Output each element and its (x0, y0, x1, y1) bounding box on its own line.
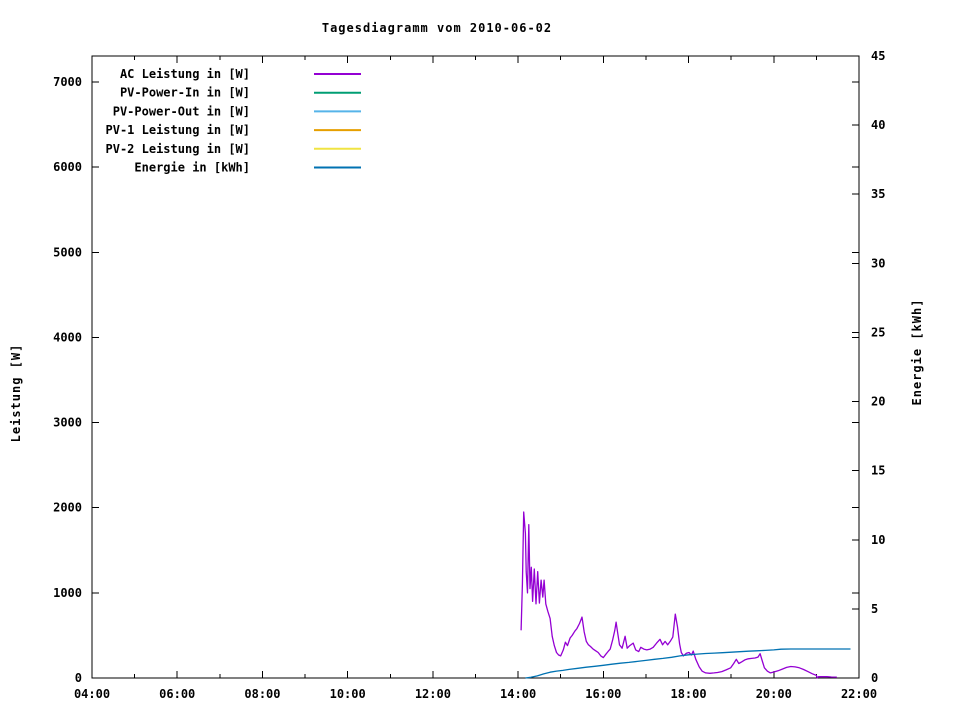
legend-item: AC Leistung in [W] (120, 67, 361, 81)
legend-label: PV-Power-In in [W] (120, 86, 250, 100)
y-tick-label: 2000 (53, 501, 82, 515)
x-tick-label: 22:00 (841, 687, 877, 701)
x-tick-label: 16:00 (585, 687, 621, 701)
chart-title: Tagesdiagramm vom 2010-06-02 (321, 21, 553, 35)
legend-item: Energie in [kWh] (134, 161, 361, 175)
x-tick-label: 10:00 (330, 687, 366, 701)
plot-canvas: 04:00 06:00 08:00 10:00 12:00 14:00 16:00 18:00… (53, 49, 885, 701)
legend-label: PV-2 Leistung in [W] (106, 142, 251, 156)
legend-item: PV-2 Leistung in [W] (106, 142, 361, 156)
y-tick-label: 5000 (53, 245, 82, 259)
x-tick-label: 04:00 (74, 687, 110, 701)
legend-label: PV-1 Leistung in [W] (106, 123, 251, 137)
y2-tick-label: 45 (871, 49, 885, 63)
y-axis-label: Leistung [W] (9, 343, 23, 443)
series-ac-leistung-in-w- (520, 511, 837, 679)
y-tick-label: 1000 (53, 586, 82, 600)
legend-item: PV-Power-In in [W] (120, 86, 361, 100)
legend-label: PV-Power-Out in [W] (113, 104, 250, 118)
legend-label: Energie in [kWh] (134, 161, 250, 175)
y-tick-label: 0 (75, 671, 82, 685)
y-tick-label: 7000 (53, 75, 82, 89)
legend-item: PV-Power-Out in [W] (113, 104, 361, 118)
y2-tick-label: 5 (871, 602, 878, 616)
x-tick-label: 12:00 (415, 687, 451, 701)
x-tick-label: 06:00 (159, 687, 195, 701)
y-tick-label: 4000 (53, 330, 82, 344)
tagesdiagramm-chart: Tagesdiagramm vom 2010-06-02 Leistung [W… (0, 0, 960, 720)
x-tick-label: 18:00 (670, 687, 706, 701)
legend: AC Leistung in [W] PV-Power-In in [W] PV-P… (106, 67, 361, 175)
y2-axis-ticks: 0 5 10 15 20 25 30 35 40 45 (852, 49, 885, 685)
legend-label: AC Leistung in [W] (120, 67, 250, 81)
y2-tick-label: 30 (871, 256, 885, 270)
y2-tick-label: 20 (871, 395, 885, 409)
y2-tick-label: 40 (871, 118, 885, 132)
x-tick-label: 14:00 (500, 687, 536, 701)
series-group (520, 511, 851, 679)
x-tick-label: 08:00 (244, 687, 280, 701)
y2-tick-label: 35 (871, 187, 885, 201)
y-tick-label: 3000 (53, 416, 82, 430)
y2-tick-label: 10 (871, 533, 885, 547)
y2-tick-label: 0 (871, 671, 878, 685)
y2-tick-label: 25 (871, 325, 885, 339)
y2-axis-label: Energie [kWh] (910, 298, 924, 406)
legend-item: PV-1 Leistung in [W] (106, 123, 361, 137)
x-tick-label: 20:00 (756, 687, 792, 701)
y-tick-label: 6000 (53, 160, 82, 174)
y2-tick-label: 15 (871, 464, 885, 478)
